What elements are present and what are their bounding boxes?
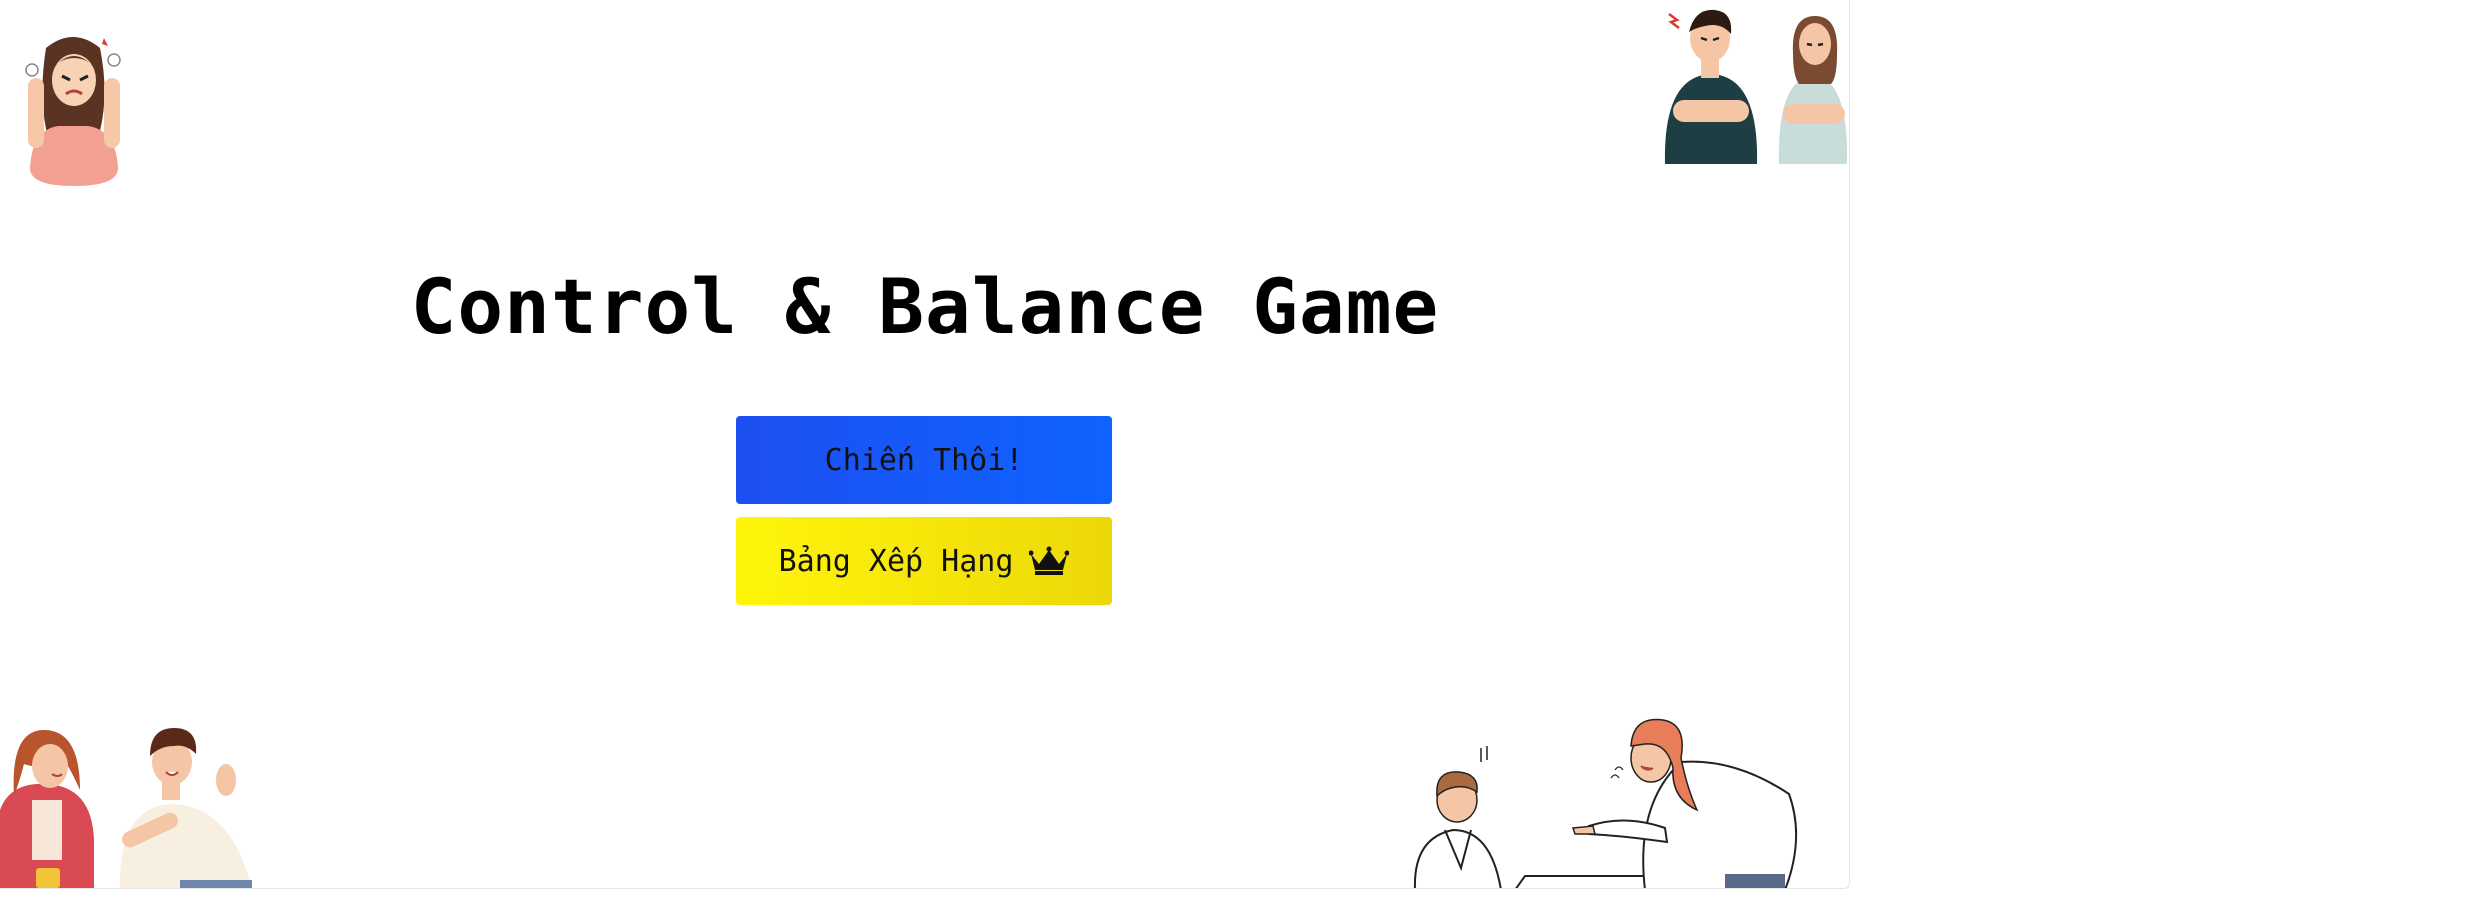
page-title: Control & Balance Game bbox=[410, 262, 1440, 351]
arguing-couple-illustration bbox=[1664, 9, 1848, 164]
office-scolding-illustration bbox=[1414, 718, 1798, 888]
leaderboard-button-label: Bảng Xếp Hạng bbox=[778, 543, 1014, 579]
play-button-label: Chiến Thôi! bbox=[824, 442, 1024, 478]
arguing-pair-illustration bbox=[0, 728, 252, 888]
leaderboard-button[interactable]: Bảng Xếp Hạng bbox=[736, 517, 1112, 605]
crown-icon bbox=[1029, 546, 1070, 575]
play-button[interactable]: Chiến Thôi! bbox=[736, 416, 1112, 504]
angry-woman-illustration bbox=[25, 37, 121, 186]
game-stage: Control & Balance Game Chiến Thôi! Bảng … bbox=[0, 0, 1850, 889]
